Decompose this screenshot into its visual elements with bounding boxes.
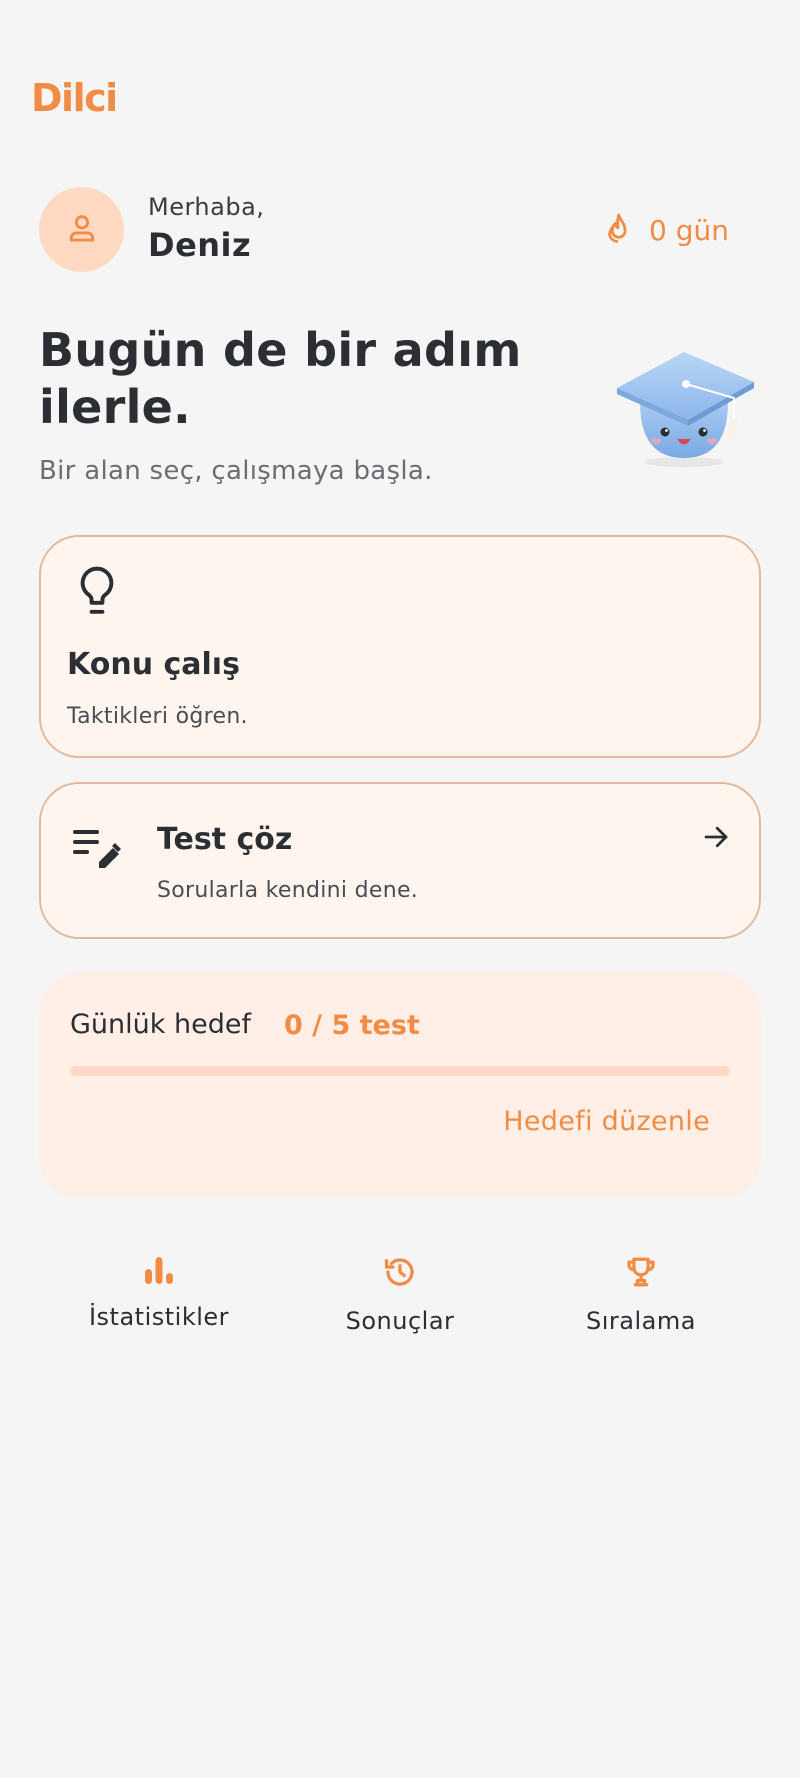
flame-icon [603, 210, 633, 251]
user-name: Deniz [148, 226, 252, 264]
avatar[interactable] [39, 187, 124, 272]
hero-title: Bugün de bir adım ilerle. [39, 323, 522, 434]
results-label: Sonuçlar [345, 1307, 455, 1335]
daily-goal-value: 0 / 5 test [284, 1010, 420, 1041]
hero-subtitle: Bir alan seç, çalışmaya başla. [39, 456, 433, 486]
learn-topic-card[interactable]: Konu çalış Taktikleri öğren. [39, 535, 761, 758]
trophy-icon [624, 1255, 658, 1293]
test-card-title: Test çöz [157, 822, 293, 857]
lightbulb-icon [75, 565, 119, 623]
daily-goal-progress-bar [70, 1066, 730, 1076]
greeting-text: Merhaba, [148, 193, 265, 221]
app-logo: Dilci [31, 76, 118, 120]
results-shortcut[interactable]: Sonuçlar [290, 1255, 510, 1335]
edit-list-icon [73, 828, 121, 874]
ranking-shortcut[interactable]: Sıralama [531, 1255, 751, 1335]
bar-chart-icon [143, 1255, 175, 1289]
person-icon [65, 211, 99, 249]
learn-card-description: Taktikleri öğren. [67, 704, 248, 729]
solve-test-card[interactable]: Test çöz Sorularla kendini dene. [39, 782, 761, 939]
history-icon [382, 1255, 418, 1293]
ranking-label: Sıralama [586, 1307, 696, 1335]
arrow-right-icon [701, 822, 731, 856]
streak-counter[interactable]: 0 gün [603, 210, 729, 251]
statistics-label: İstatistikler [88, 1303, 230, 1331]
graduation-cap-mascot [612, 340, 762, 470]
statistics-shortcut[interactable]: İstatistikler [49, 1255, 269, 1331]
daily-goal-label: Günlük hedef [70, 1009, 251, 1040]
daily-goal-panel: Günlük hedef 0 / 5 test Hedefi düzenle [39, 973, 761, 1198]
learn-card-title: Konu çalış [67, 647, 240, 682]
edit-goal-button[interactable]: Hedefi düzenle [503, 1106, 710, 1137]
test-card-description: Sorularla kendini dene. [157, 878, 419, 903]
streak-label: 0 gün [649, 214, 729, 247]
